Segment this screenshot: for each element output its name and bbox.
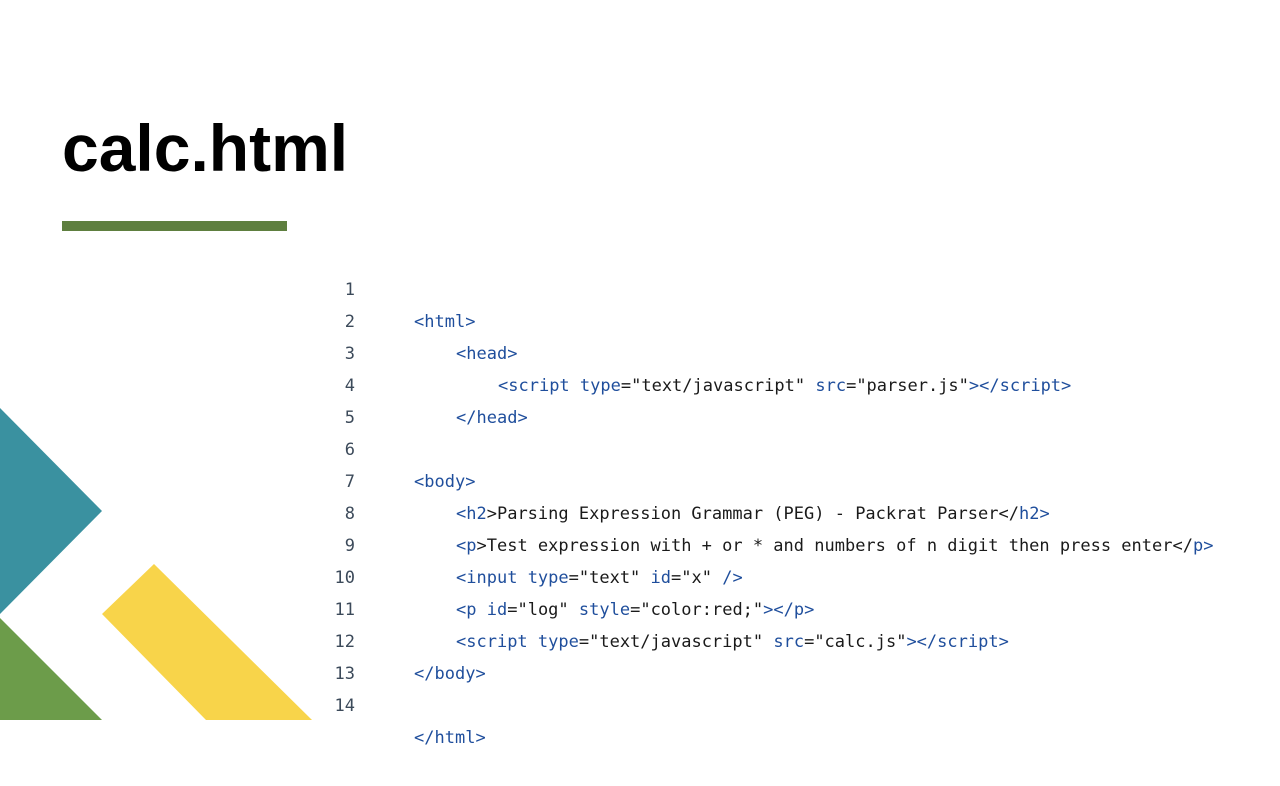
line-number: 14 [334, 696, 355, 716]
code-line: 11 <script type="text/javascript" src="c… [330, 562, 1270, 652]
slide-title: calc.html [62, 111, 349, 185]
code-block: 1 <html> 2 <head> 3 <script type="text/j… [330, 242, 1270, 748]
code-line: 2 <head> [330, 274, 1270, 364]
code-line: 14 </html> [330, 658, 1270, 748]
code-line: 13 [330, 626, 1270, 684]
code-text: </html> [414, 728, 486, 748]
code-line: 9 <input type="text" id="x" /> [330, 498, 1270, 588]
code-line: 1 <html> [330, 242, 1270, 332]
code-line: 10 <p id="log" style="color:red;"></p> [330, 530, 1270, 620]
code-line: 12 </body> [330, 594, 1270, 684]
code-line: 5 [330, 370, 1270, 428]
code-line: 3 <script type="text/javascript" src="pa… [330, 306, 1270, 396]
title-underline [62, 221, 287, 231]
code-line: 8 <p>Test expression with + or * and num… [330, 466, 1270, 556]
green-triangle [0, 618, 102, 720]
code-line: 6 <body> [330, 402, 1270, 492]
yellow-stripe [102, 564, 312, 720]
code-line: 4 </head> [330, 338, 1270, 428]
teal-triangle [0, 408, 102, 614]
code-line: 7 <h2>Parsing Expression Grammar (PEG) -… [330, 434, 1270, 524]
